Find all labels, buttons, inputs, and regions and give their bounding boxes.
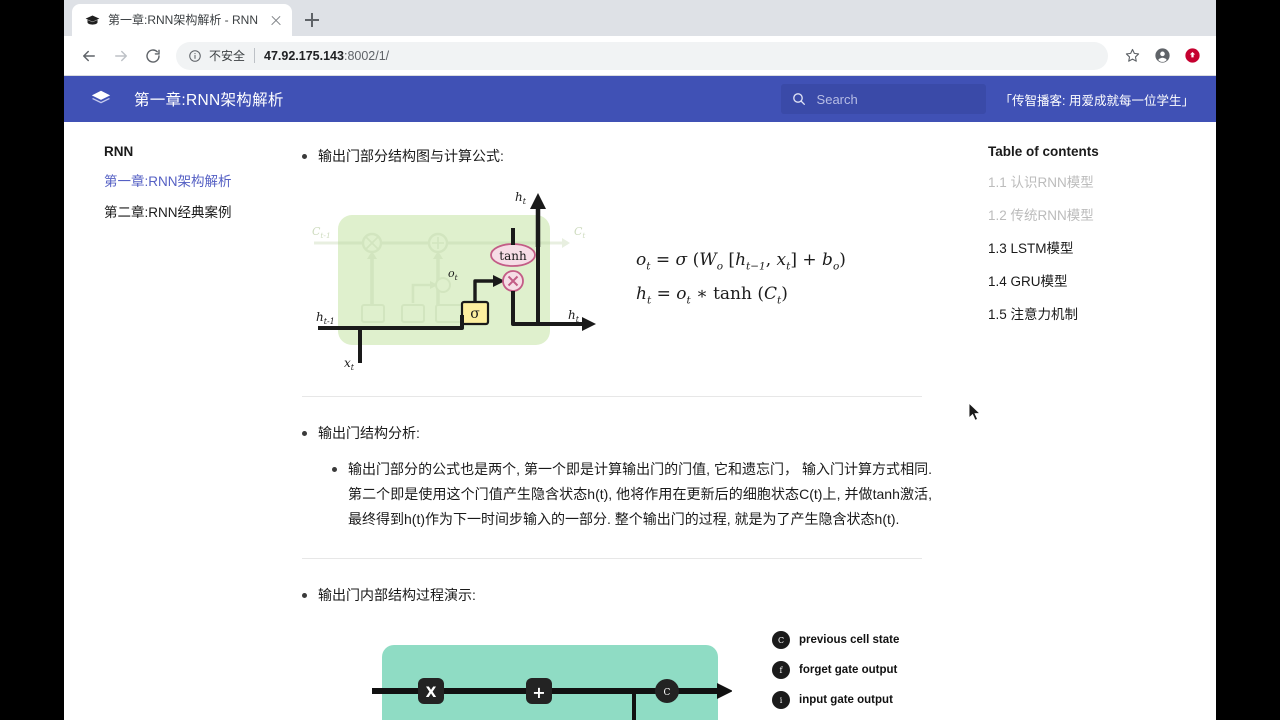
- lstm-process-figure: X + C C previous cell state f forget gat…: [302, 623, 932, 720]
- section-2-heading: 输出门结构分析:: [302, 421, 932, 446]
- content-inner: 输出门部分结构图与计算公式: σ tanh ht ht-1 ht xt ot C…: [302, 144, 932, 720]
- page-body: RNN 第一章:RNN架构解析 第二章:RNN经典案例 输出门部分结构图与计算公…: [64, 122, 1216, 720]
- toc-item-1-4[interactable]: 1.4 GRU模型: [988, 270, 1216, 290]
- section-3-heading-text: 输出门内部结构过程演示:: [318, 586, 476, 603]
- bullet-icon: [332, 467, 337, 472]
- legend-bubble-icon: C: [772, 631, 790, 650]
- svg-text:σ: σ: [470, 306, 480, 322]
- legend-bubble-icon: f: [772, 661, 790, 680]
- svg-text:+: +: [532, 683, 545, 702]
- bullet-icon: [302, 154, 307, 159]
- tab-strip: 第一章:RNN架构解析 - RNN: [64, 0, 1216, 36]
- sidebar-item-chapter-2[interactable]: 第二章:RNN经典案例: [104, 201, 302, 221]
- toc-item-1-1[interactable]: 1.1 认识RNN模型: [988, 171, 1216, 191]
- toc-title: Table of contents: [988, 144, 1099, 159]
- legend-item: i input gate output: [772, 691, 899, 710]
- svg-text:X: X: [426, 685, 437, 701]
- url-path: :8002/1/: [343, 48, 390, 63]
- layers-logo-icon[interactable]: [90, 88, 112, 110]
- back-button[interactable]: [74, 41, 104, 71]
- section-2-paragraph-row: 输出门部分的公式也是两个, 第一个即是计算输出门的门值, 它和遗忘门， 输入门计…: [332, 457, 932, 532]
- site-header: 第一章:RNN架构解析 Search 「传智播客: 用爱成就每一位学生」: [64, 76, 1216, 122]
- site-title[interactable]: 第一章:RNN架构解析: [134, 88, 284, 110]
- reload-button[interactable]: [138, 41, 168, 71]
- svg-text:xt: xt: [344, 356, 355, 370]
- lstm-cell-diagram: X + C: [372, 645, 732, 720]
- security-status: 不安全: [209, 49, 246, 63]
- svg-text:ht-1: ht-1: [316, 310, 335, 326]
- toc-item-1-5[interactable]: 1.5 注意力机制: [988, 303, 1216, 323]
- url-host: 47.92.175.143: [264, 48, 344, 63]
- output-gate-equations: ot = σ (Wo [ht−1, xt] + bo) ht = ot ∗ ta…: [636, 243, 846, 312]
- bullet-icon: [302, 592, 307, 598]
- content-divider-2: [302, 557, 922, 559]
- section-1-heading-text: 输出门部分结构图与计算公式:: [318, 148, 504, 164]
- omnibox-divider: [254, 48, 256, 63]
- bullet-icon: [302, 430, 307, 436]
- section-2-sublist: 输出门部分的公式也是两个, 第一个即是计算输出门的门值, 它和遗忘门， 输入门计…: [332, 457, 932, 532]
- section-3-heading: 输出门内部结构过程演示:: [302, 583, 932, 608]
- star-icon[interactable]: [1118, 42, 1146, 70]
- tab-title: 第一章:RNN架构解析 - RNN: [108, 13, 258, 27]
- section-2-paragraph: 输出门部分的公式也是两个, 第一个即是计算输出门的门值, 它和遗忘门， 输入门计…: [348, 461, 932, 527]
- table-of-contents: Table of contents 1.1 认识RNN模型 1.2 传统RNN模…: [974, 122, 1216, 720]
- content-divider-1: [302, 395, 922, 397]
- svg-text:Ct-1: Ct-1: [312, 225, 331, 240]
- main-content: 输出门部分结构图与计算公式: σ tanh ht ht-1 ht xt ot C…: [302, 122, 974, 720]
- search-box[interactable]: Search: [780, 84, 986, 114]
- browser-window: 第一章:RNN架构解析 - RNN 不安全 47.92.175.143:8002…: [64, 0, 1216, 720]
- account-circle-icon[interactable]: [1148, 42, 1176, 70]
- header-slogan: 「传智播客: 用爱成就每一位学生」: [999, 93, 1194, 108]
- sidebar-item-chapter-1[interactable]: 第一章:RNN架构解析: [104, 170, 302, 190]
- search-icon: [792, 93, 805, 105]
- output-gate-figure: σ tanh ht ht-1 ht xt ot Ct-1 Ct ot = σ (…: [310, 185, 932, 370]
- legend-label: previous cell state: [799, 634, 900, 647]
- search-placeholder: Search: [816, 91, 858, 107]
- red-extension-icon[interactable]: [1178, 42, 1206, 70]
- browser-toolbar: 不安全 47.92.175.143:8002/1/: [64, 36, 1216, 76]
- legend-label: input gate output: [799, 694, 893, 707]
- address-bar[interactable]: 不安全 47.92.175.143:8002/1/: [176, 41, 1108, 70]
- toc-item-1-2[interactable]: 1.2 传统RNN模型: [988, 204, 1216, 224]
- graduation-cap-icon: [84, 12, 100, 28]
- equation-o-t: ot = σ (Wo [ht−1, xt] + bo): [636, 249, 846, 272]
- legend-bubble-icon: i: [772, 691, 790, 710]
- left-sidebar: RNN 第一章:RNN架构解析 第二章:RNN经典案例: [64, 122, 302, 720]
- toc-item-1-3[interactable]: 1.3 LSTM模型: [988, 237, 1216, 257]
- info-circle-icon: [189, 49, 201, 62]
- tab-close-icon[interactable]: [268, 12, 284, 28]
- legend-item: f forget gate output: [772, 661, 899, 680]
- svg-text:ht: ht: [568, 308, 580, 324]
- new-tab-button[interactable]: [298, 6, 326, 34]
- svg-text:C: C: [664, 688, 671, 698]
- svg-text:ht: ht: [515, 190, 527, 206]
- equation-h-t: ht = ot ∗ tanh (Ct): [636, 284, 788, 307]
- lstm-output-gate-diagram: σ tanh ht ht-1 ht xt ot Ct-1 Ct: [312, 190, 596, 370]
- screen: 第一章:RNN架构解析 - RNN 不安全 47.92.175.143:8002…: [0, 0, 1280, 720]
- legend-label: forget gate output: [799, 664, 898, 677]
- browser-tab[interactable]: 第一章:RNN架构解析 - RNN: [72, 4, 292, 36]
- legend-item: C previous cell state: [772, 631, 900, 650]
- sidebar-section-title: RNN: [104, 144, 134, 159]
- address-bar-url: 47.92.175.143:8002/1/: [264, 49, 389, 63]
- section-1-heading: 输出门部分结构图与计算公式:: [302, 144, 932, 169]
- forward-button[interactable]: [106, 41, 136, 71]
- svg-text:tanh: tanh: [499, 249, 527, 263]
- diagram-legend: C previous cell state f forget gate outp…: [772, 631, 899, 720]
- section-2-heading-text: 输出门结构分析:: [318, 424, 420, 441]
- svg-text:Ct: Ct: [574, 225, 586, 240]
